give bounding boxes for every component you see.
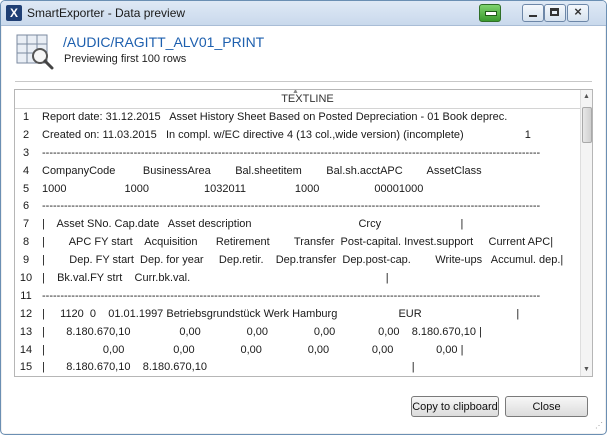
- scroll-thumb[interactable]: [582, 107, 592, 143]
- row-number: 1: [22, 111, 30, 123]
- window-content: /AUDIC/RAGITT_ALV01_PRINT Previewing fir…: [2, 26, 605, 433]
- table-row[interactable]: 5 1000 1000 1032011 1000 00001000: [15, 181, 580, 199]
- row-number: 10: [19, 272, 33, 285]
- row-number: 14: [19, 343, 33, 356]
- row-number: 4: [22, 164, 30, 177]
- table-row[interactable]: 4 CompanyCode BusinessArea Bal.sheetitem …: [15, 163, 580, 181]
- table-row[interactable]: 7 | Asset SNo. Cap.date Asset description…: [15, 216, 580, 234]
- scroll-up-icon[interactable]: ▲: [583, 93, 590, 100]
- minus-icon: [485, 11, 497, 16]
- resize-grip-icon[interactable]: ⋰: [595, 421, 603, 430]
- row-text: | 1120 0 01.01.1997 Betriebsgrundstück W…: [42, 307, 520, 320]
- data-preview-window: X SmartExporter - Data preview × /AUDIC/…: [0, 0, 607, 435]
- scroll-down-icon[interactable]: ▼: [583, 366, 590, 373]
- table-row[interactable]: 2 Created on: 11.03.2015 In compl. w/EC d…: [15, 127, 580, 145]
- app-icon: X: [6, 5, 22, 21]
- row-number: 8: [22, 236, 30, 249]
- row-text: | APC FY start Acquisition Retirement Tr…: [42, 236, 554, 249]
- close-window-button[interactable]: ×: [567, 4, 589, 22]
- table-row[interactable]: 8 | APC FY start Acquisition Retirement T…: [15, 234, 580, 252]
- row-number: 9: [22, 254, 30, 267]
- row-text: | Asset SNo. Cap.date Asset description …: [42, 218, 464, 231]
- row-number: 2: [22, 128, 30, 141]
- table-row[interactable]: 10 | Bk.val.FY strt Curr.bk.val. |: [15, 270, 580, 288]
- minimize-button[interactable]: [522, 4, 544, 22]
- row-text: | 8.180.670,10 8.180.670,10 |: [42, 361, 415, 374]
- row-text: | Dep. FY start Dep. for year Dep.retir.…: [42, 254, 564, 267]
- table-row[interactable]: 11 --------------------------------------…: [15, 288, 580, 306]
- page-subtitle: Previewing first 100 rows: [64, 53, 187, 65]
- row-number: 12: [19, 307, 33, 320]
- minimize-icon: [529, 15, 537, 17]
- row-number: 13: [19, 325, 33, 338]
- row-text: | Bk.val.FY strt Curr.bk.val. |: [42, 272, 389, 285]
- row-number: 3: [22, 146, 30, 159]
- grid-rows: 1 Report date: 31.12.2015 Asset History S…: [15, 109, 580, 376]
- grid-header: ▲ TEXTLINE: [15, 90, 580, 109]
- page-title: /AUDIC/RAGITT_ALV01_PRINT: [63, 34, 265, 50]
- row-text: | 8.180.670,10 0,00 0,00 0,00 0,00 8.180…: [42, 325, 482, 338]
- column-header-textline[interactable]: TEXTLINE: [35, 93, 580, 105]
- row-number: 11: [20, 289, 32, 302]
- row-text: Report date: 31.12.2015 Asset History Sh…: [42, 111, 508, 123]
- row-number: 7: [22, 218, 30, 231]
- row-text: | 0,00 0,00 0,00 0,00 0,00 0,00 |: [42, 343, 464, 356]
- table-row[interactable]: 1 Report date: 31.12.2015 Asset History S…: [15, 109, 580, 127]
- table-row[interactable]: 14 | 0,00 0,00 0,00 0,00 0,00 0,00 |: [15, 342, 580, 360]
- close-button[interactable]: Close: [505, 396, 588, 417]
- maximize-icon: [550, 8, 559, 16]
- table-row[interactable]: 3 ---------------------------------------…: [15, 145, 580, 163]
- row-number: 6: [22, 200, 30, 213]
- preview-header: /AUDIC/RAGITT_ALV01_PRINT Previewing fir…: [2, 26, 605, 84]
- row-text: ----------------------------------------…: [42, 289, 541, 302]
- table-row[interactable]: 9 | Dep. FY start Dep. for year Dep.retir…: [15, 252, 580, 270]
- preview-grid[interactable]: ▲ TEXTLINE 1 Report date: 31.12.2015 Asse…: [14, 89, 593, 377]
- row-number: 5: [22, 182, 30, 195]
- row-text: ----------------------------------------…: [42, 146, 541, 159]
- row-text: 1000 1000 1032011 1000 00001000: [42, 182, 424, 195]
- header-divider: [15, 81, 592, 82]
- table-row[interactable]: 12 | 1120 0 01.01.1997 Betriebsgrundstück…: [15, 306, 580, 324]
- row-text: CompanyCode BusinessArea Bal.sheetitem B…: [42, 164, 482, 177]
- extra-window-button[interactable]: [479, 4, 501, 22]
- table-magnifier-icon: [16, 34, 54, 70]
- row-text: Created on: 11.03.2015 In compl. w/EC di…: [42, 128, 531, 141]
- close-icon: ×: [574, 4, 582, 19]
- table-row[interactable]: 15 | 8.180.670,10 8.180.670,10 |: [15, 359, 580, 376]
- row-text: ----------------------------------------…: [42, 200, 541, 213]
- title-bar[interactable]: X SmartExporter - Data preview ×: [1, 1, 606, 26]
- window-title: SmartExporter - Data preview: [27, 6, 186, 20]
- row-number: 15: [19, 361, 33, 374]
- table-row[interactable]: 6 ---------------------------------------…: [15, 198, 580, 216]
- table-row[interactable]: 13 | 8.180.670,10 0,00 0,00 0,00 0,00 8.1…: [15, 324, 580, 342]
- copy-to-clipboard-button[interactable]: Copy to clipboard: [411, 396, 499, 417]
- vertical-scrollbar[interactable]: ▲ ▼: [580, 90, 592, 376]
- maximize-button[interactable]: [544, 4, 566, 22]
